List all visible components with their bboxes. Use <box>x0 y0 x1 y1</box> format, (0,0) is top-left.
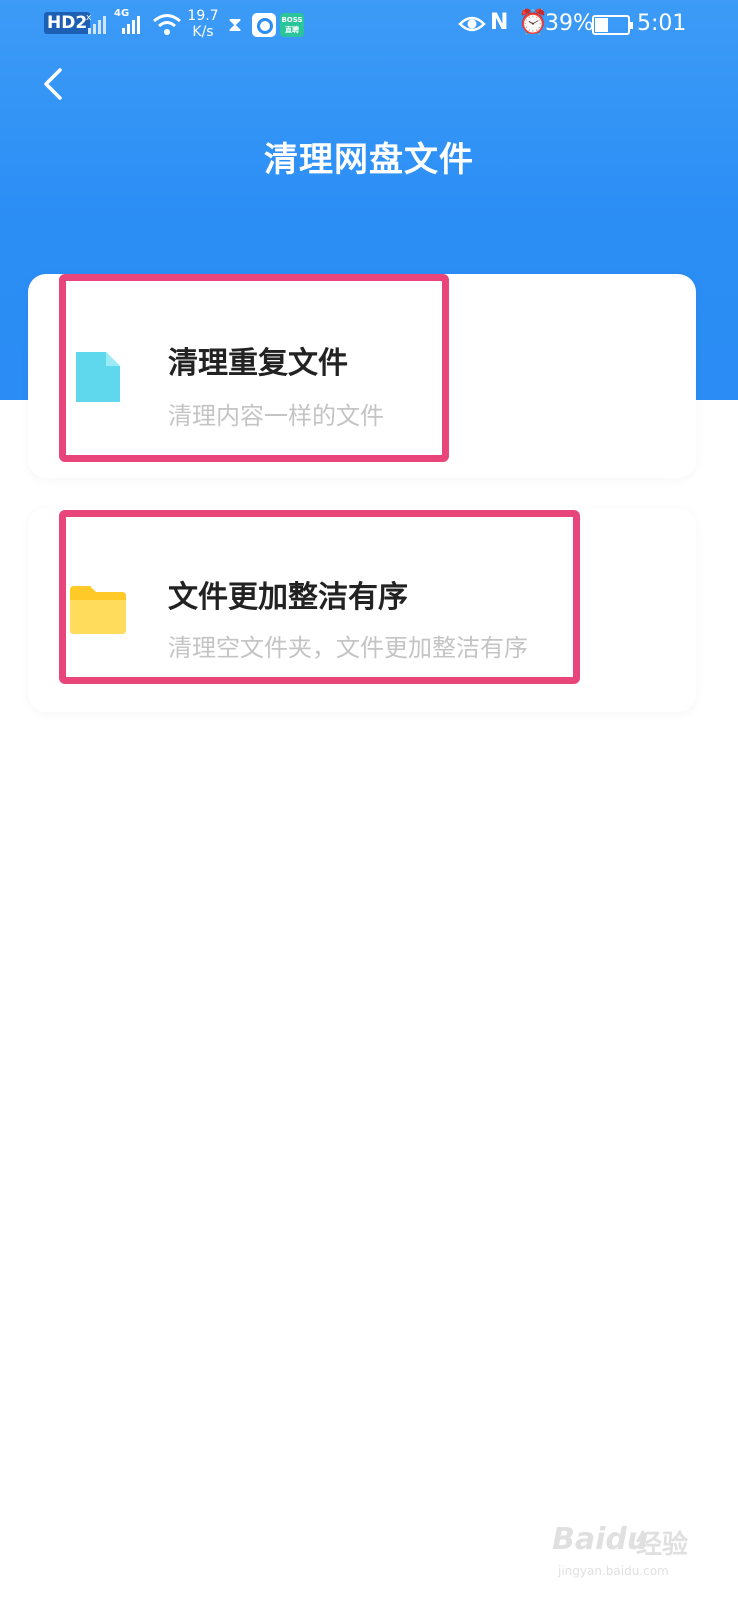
card-subtitle: 清理内容一样的文件 <box>168 402 384 430</box>
status-bar: HD2 x 4G 19.7 K/s ⧗ BOSS 直聘 N ⏰ 39% 5:01 <box>0 0 738 52</box>
chevron-left-icon <box>44 68 62 100</box>
signal-strength-icon: x <box>86 12 110 42</box>
boss-app-label-bottom: 直聘 <box>285 26 299 34</box>
network-speed: 19.7 K/s <box>186 8 220 40</box>
card-title: 文件更加整洁有序 <box>168 580 408 615</box>
network-speed-unit: K/s <box>192 24 214 40</box>
hd-voice-icon: HD2 <box>44 12 91 34</box>
page-title: 清理网盘文件 <box>264 140 474 180</box>
clock-time: 5:01 <box>637 11 687 36</box>
baidu-jingyan-watermark: Baidu 经验 jingyan.baidu.com <box>552 1508 702 1588</box>
battery-percent: 39% <box>545 11 594 36</box>
signal-strength-icon <box>116 12 146 42</box>
folder-icon <box>70 586 126 634</box>
card-subtitle: 清理空文件夹，文件更加整洁有序 <box>168 634 528 662</box>
wifi-icon <box>152 12 182 44</box>
alarm-icon: ⏰ <box>518 8 548 36</box>
hourglass-icon: ⧗ <box>228 12 243 36</box>
clean-duplicate-files-card[interactable]: 清理重复文件 清理内容一样的文件 <box>28 274 696 478</box>
app-notification-icon <box>252 13 276 37</box>
battery-icon <box>592 15 633 35</box>
card-title: 清理重复文件 <box>168 346 348 381</box>
boss-app-icon: BOSS 直聘 <box>280 13 304 37</box>
file-icon <box>76 352 120 402</box>
nfc-icon: N <box>490 10 509 35</box>
svg-text:x: x <box>86 13 92 23</box>
network-speed-value: 19.7 <box>187 8 219 24</box>
watermark-label: 经验 <box>636 1530 689 1560</box>
watermark-logo: Baidu <box>552 1522 649 1557</box>
watermark-url: jingyan.baidu.com <box>558 1564 669 1578</box>
back-button[interactable] <box>30 60 78 108</box>
boss-app-label-top: BOSS <box>281 16 303 24</box>
tidy-files-card[interactable]: 文件更加整洁有序 清理空文件夹，文件更加整洁有序 <box>28 508 696 712</box>
eye-comfort-icon <box>458 10 486 44</box>
